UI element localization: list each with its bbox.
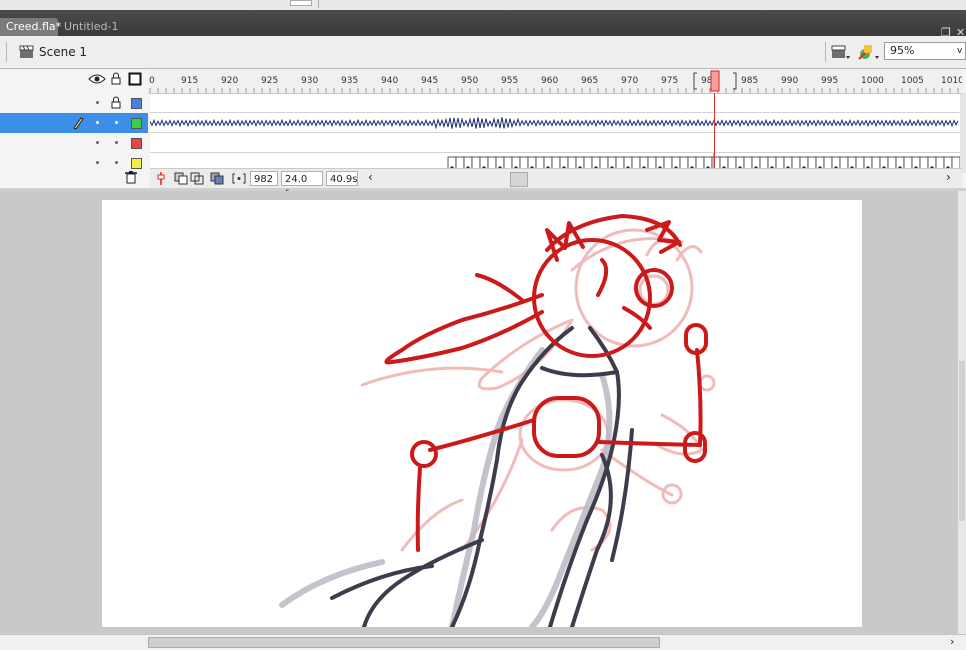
scene-bar: Scene 1 95% v [0,36,966,69]
timeline-vscroll[interactable] [960,93,966,173]
elapsed-time-field: 40.9s [326,171,358,186]
frame-row[interactable] [150,133,960,153]
timeline-status-bar: 982 24.0 fps 40.9s ‹ › [150,168,962,200]
ruler-tick-label: 915 [181,76,198,86]
stage-vscroll[interactable] [958,191,966,634]
layer-row-selected[interactable] [0,113,148,133]
character-sketch [279,214,716,630]
ruler-tick-label: 975 [661,76,678,86]
frame-row-audio[interactable] [150,113,960,133]
playhead[interactable] [710,70,720,92]
stage-canvas[interactable] [102,200,862,630]
frame-row[interactable] [150,93,960,113]
stage-hscroll[interactable]: › [0,634,966,650]
ruler-tick-label: 970 [621,76,638,86]
trash-icon[interactable] [124,170,138,184]
visibility-dot[interactable] [96,101,99,104]
current-frame-field[interactable]: 982 [250,171,278,186]
ruler-tick-label: 990 [781,76,798,86]
lock-dot[interactable] [115,141,118,144]
pencil-icon [73,117,84,130]
ruler-tick-label: 945 [421,76,438,86]
scroll-right-icon[interactable]: › [946,170,951,184]
layer-color-swatch[interactable] [131,158,142,169]
ruler-tick-label: 1000 [861,76,884,86]
ruler-tick-label: 920 [221,76,238,86]
tab-untitled[interactable]: Untitled-1 [58,18,140,36]
lock-dot[interactable] [115,161,118,164]
ruler-tick-label: 960 [541,76,558,86]
audio-waveform [150,117,959,130]
layer-row[interactable] [0,133,148,153]
edit-scene-icon[interactable] [831,44,851,60]
ruler-tick-label: 0 [149,76,155,86]
eye-icon[interactable] [88,73,106,85]
visibility-dot[interactable] [96,161,99,164]
layer-color-swatch[interactable] [131,118,142,129]
visibility-dot[interactable] [96,121,99,124]
ruler-tick-label: 1010 [941,76,962,86]
zoom-select[interactable]: 95% v [884,42,966,60]
layer-color-swatch[interactable] [131,98,142,109]
clapperboard-icon [19,45,34,58]
onion-outline-icon[interactable] [190,172,204,185]
scroll-right-icon[interactable]: › [950,635,954,648]
zoom-value: 95% [890,44,915,57]
layer-color-swatch[interactable] [131,138,142,149]
timeline-hscroll-thumb[interactable] [510,172,528,187]
ruler-tick-label: 930 [301,76,318,86]
ruler-tick-label: 985 [741,76,758,86]
ruler-tick-label: 1005 [901,76,924,86]
ruler-tick-label: 925 [261,76,278,86]
outline-icon[interactable] [128,72,142,86]
modify-markers-icon[interactable] [232,172,246,185]
ruler-tick-label: 950 [461,76,478,86]
onion-skin-icon[interactable] [174,172,188,185]
ruler-tick-label: 965 [581,76,598,86]
lock-icon[interactable] [110,72,122,85]
edit-symbols-icon[interactable] [857,43,881,61]
scene-label[interactable]: Scene 1 [39,45,87,59]
chevron-down-icon: v [957,46,963,56]
scroll-left-icon[interactable]: ‹ [368,170,373,184]
frame-rate-field[interactable]: 24.0 fps [281,171,323,200]
tab-creed[interactable]: Creed.fla* [0,18,61,36]
ruler-tick-label: 955 [501,76,518,86]
center-frame-icon[interactable] [155,171,167,186]
playhead-line [714,93,715,168]
lock-dot[interactable] [115,121,118,124]
stage-hscroll-thumb[interactable] [148,637,660,648]
frame-ruler[interactable]: 0 915 920 925 930 935 940 945 950 955 960 965 970 975… [148,69,962,94]
edit-multiple-frames-icon[interactable] [210,172,224,185]
layer-row[interactable] [0,93,148,113]
document-tab-bar: Creed.fla* Untitled-1 _ ❐ ✕ [0,10,966,39]
lock-icon[interactable] [110,96,122,109]
ruler-tick-label: 940 [381,76,398,86]
visibility-dot[interactable] [96,141,99,144]
ruler-tick-label: 995 [821,76,838,86]
ruler-tick-label: 935 [341,76,358,86]
